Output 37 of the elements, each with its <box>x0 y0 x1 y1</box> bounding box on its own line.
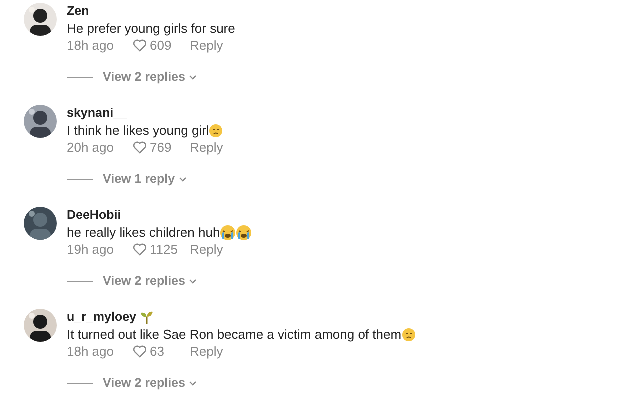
timestamp: 20h ago <box>67 139 115 156</box>
view-replies-button[interactable]: View 2 replies <box>103 70 198 84</box>
crying-face-icon <box>220 224 236 240</box>
chevron-down-icon <box>189 380 198 386</box>
crying-face-icon <box>236 224 252 240</box>
like-button[interactable]: 63 <box>133 343 190 360</box>
heart-icon <box>133 141 147 154</box>
heart-icon <box>133 345 147 358</box>
reply-button[interactable]: Reply <box>190 139 224 156</box>
timestamp: 18h ago <box>67 343 115 360</box>
chevron-down-icon <box>179 176 188 182</box>
comment-text: I think he likes young girl <box>67 122 210 139</box>
chevron-down-icon <box>189 74 198 80</box>
comment-text: He prefer young girls for sure <box>67 20 236 37</box>
username[interactable]: Zen <box>67 3 90 20</box>
username[interactable]: u_r_myloey <box>67 309 136 326</box>
view-replies-button[interactable]: View 1 reply <box>103 172 188 186</box>
timestamp: 18h ago <box>67 37 115 54</box>
like-button[interactable]: 1125 <box>133 241 190 258</box>
chevron-down-icon <box>189 278 198 284</box>
username[interactable]: DeeHobii <box>67 207 122 224</box>
sprout-icon <box>140 311 154 324</box>
comment-text: It turned out like Sae Ron became a victim among of them <box>67 326 402 343</box>
heart-icon <box>133 243 147 256</box>
like-button[interactable]: 609 <box>133 37 190 54</box>
like-button[interactable]: 769 <box>133 139 190 156</box>
comment-text: he really likes children huh <box>67 224 220 241</box>
reply-button[interactable]: Reply <box>190 37 224 54</box>
downcast-face-icon <box>209 124 224 138</box>
reply-button[interactable]: Reply <box>190 241 224 258</box>
downcast-face-icon <box>402 328 416 342</box>
reply-button[interactable]: Reply <box>190 343 224 360</box>
username[interactable]: skynani__ <box>67 105 128 122</box>
timestamp: 19h ago <box>67 241 115 258</box>
heart-icon <box>133 39 147 52</box>
view-replies-button[interactable]: View 2 replies <box>103 274 198 288</box>
view-replies-button[interactable]: View 2 replies <box>103 376 198 390</box>
